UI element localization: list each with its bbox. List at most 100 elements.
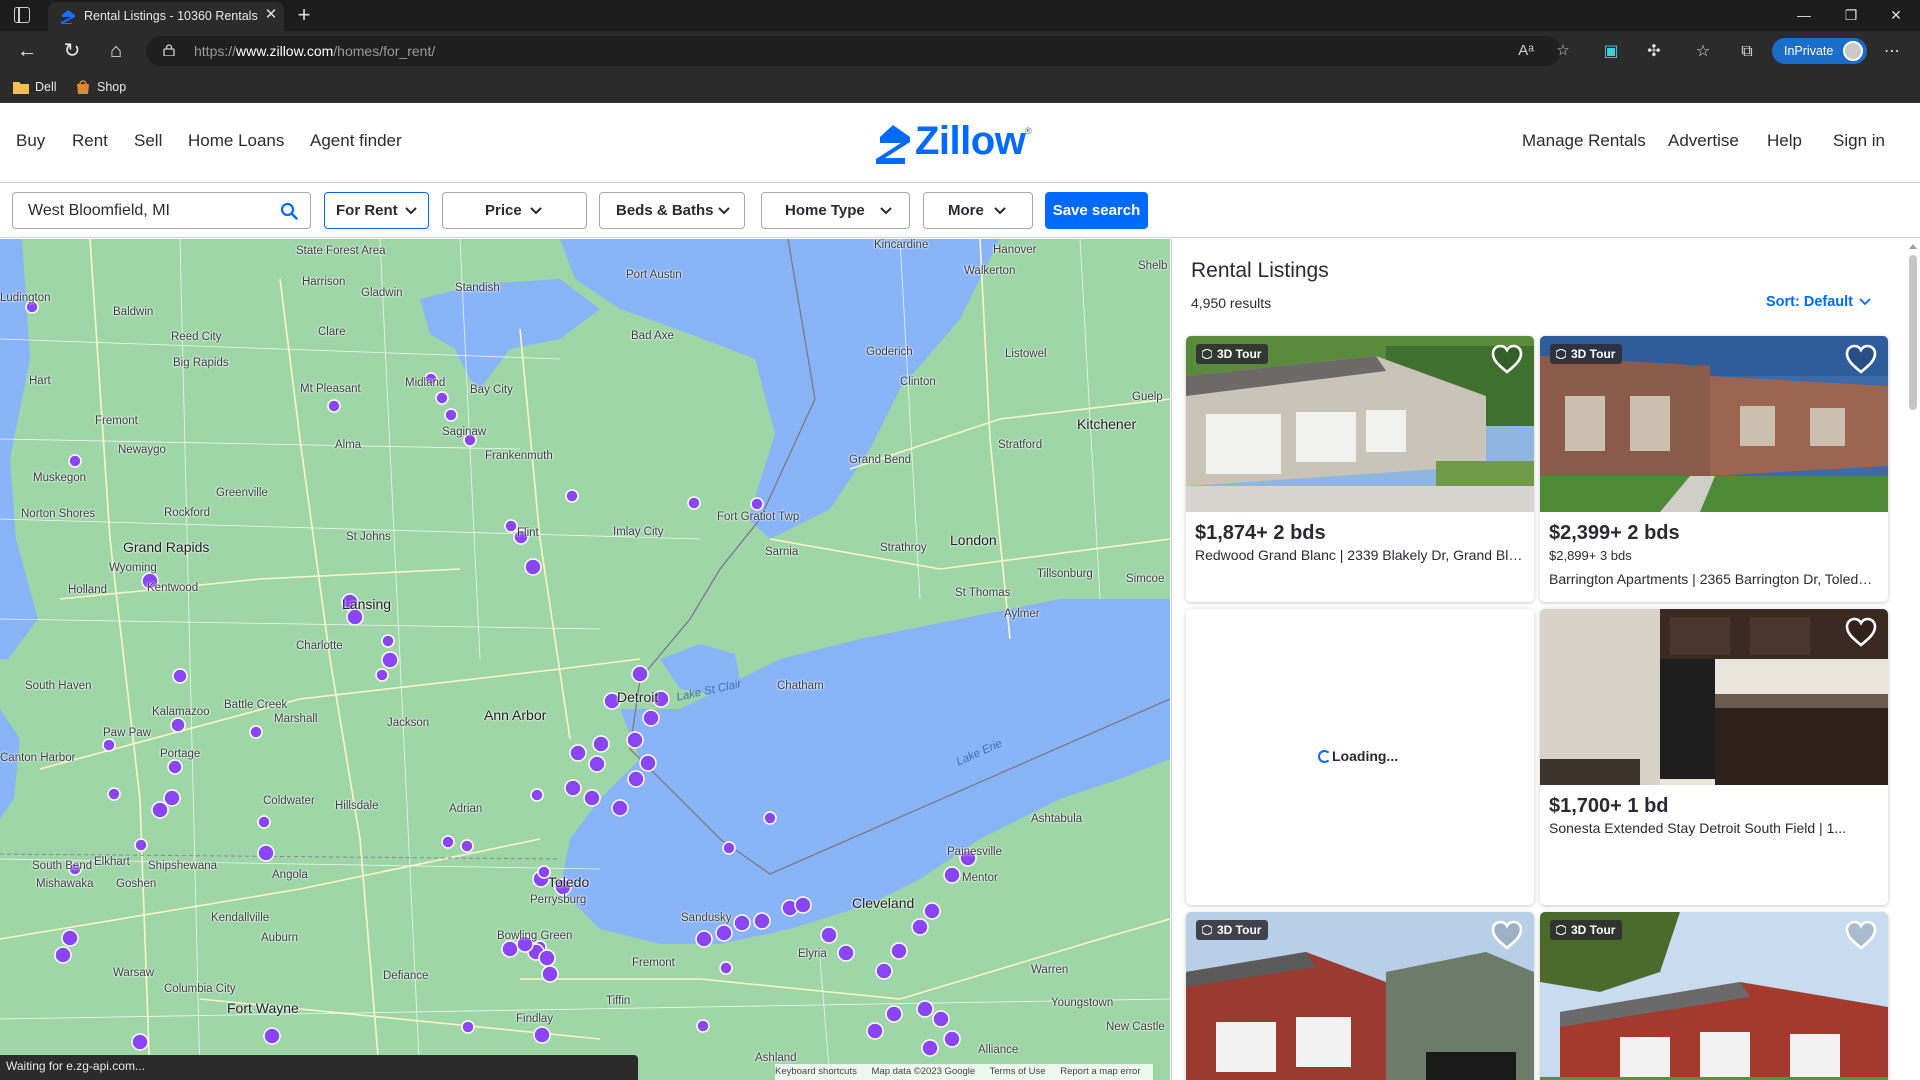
chevron-down-icon: [405, 207, 417, 215]
location-search-input[interactable]: West Bloomfield, MI: [12, 192, 311, 229]
map-view[interactable]: State Forest Area Harrison Gladwin Stand…: [0, 239, 1170, 1080]
nav-rent[interactable]: Rent: [72, 131, 108, 151]
map-label: Muskegon: [33, 472, 87, 484]
add-favorite-icon[interactable]: ☆: [1553, 41, 1573, 61]
map-label: Bay City: [470, 384, 513, 396]
map-label: Canton Harbor: [0, 752, 76, 764]
favorite-heart-icon[interactable]: [1844, 616, 1878, 648]
map-label: Grand Rapids: [123, 539, 210, 555]
browser-toolbar: ← ↻ ⌂ https://www.zillow.com/homes/for_r…: [0, 31, 1920, 71]
map-label: Mt Pleasant: [300, 383, 361, 395]
bookmark-shop[interactable]: Shop: [75, 77, 126, 97]
zillow-logo[interactable]: Zillow ®: [873, 119, 1038, 167]
map-label: Hart: [29, 375, 51, 387]
listing-card[interactable]: 3D Tour: [1540, 912, 1888, 1080]
address-bar[interactable]: https://www.zillow.com/homes/for_rent/ A…: [146, 36, 1570, 66]
map-label: Harrison: [302, 276, 346, 288]
favorite-heart-icon[interactable]: [1844, 343, 1878, 375]
bookmark-dell[interactable]: Dell: [13, 77, 57, 97]
scrollbar-thumb[interactable]: [1909, 255, 1917, 410]
favorites-icon[interactable]: ☆: [1691, 40, 1715, 64]
shop-icon: [77, 80, 89, 94]
chevron-down-icon: [718, 207, 730, 215]
nav-sell[interactable]: Sell: [134, 131, 162, 151]
home-type-filter-button[interactable]: Home Type: [761, 192, 910, 229]
map-label: Norton Shores: [21, 508, 96, 520]
more-menu-icon[interactable]: ⋯: [1880, 40, 1904, 64]
nav-home-loans[interactable]: Home Loans: [188, 131, 284, 151]
url-path: /homes/for_rent/: [333, 43, 436, 59]
listing-card[interactable]: 3D Tour: [1186, 912, 1534, 1080]
extensions-puzzle-icon[interactable]: ✣: [1642, 40, 1666, 64]
terms-link[interactable]: Terms of Use: [990, 1066, 1046, 1077]
favorite-heart-icon[interactable]: [1490, 919, 1524, 951]
nav-buy[interactable]: Buy: [16, 131, 45, 151]
home-icon[interactable]: ⌂: [104, 40, 128, 64]
report-map-error-link[interactable]: Report a map error: [1060, 1066, 1140, 1077]
loading-text: Loading...: [1332, 748, 1399, 764]
map-label: Hillsdale: [335, 800, 379, 812]
more-filter-button[interactable]: More: [923, 192, 1033, 229]
map-label: Lansing: [342, 596, 392, 612]
map-label: Tiffin: [606, 995, 631, 1007]
close-tab-icon[interactable]: ✕: [262, 6, 280, 24]
refresh-icon[interactable]: ↻: [60, 40, 84, 64]
beds-baths-filter-button[interactable]: Beds & Baths: [599, 192, 745, 229]
favorite-heart-icon[interactable]: [1844, 919, 1878, 951]
map-label: Defiance: [383, 970, 429, 982]
listings-scrollbar[interactable]: [1906, 239, 1920, 1080]
save-search-button[interactable]: Save search: [1045, 192, 1148, 229]
nav-agent-finder[interactable]: Agent finder: [310, 131, 402, 151]
bookmarks-bar: Dell Shop: [0, 71, 1920, 103]
chevron-down-icon: [1859, 298, 1871, 306]
map-label: Auburn: [261, 932, 299, 944]
tab-actions-icon[interactable]: [14, 7, 30, 23]
inprivate-button[interactable]: InPrivate: [1772, 38, 1867, 64]
browser-tab[interactable]: Rental Listings - 10360 Rentals | ✕: [48, 2, 284, 31]
listing-card[interactable]: $1,700+ 1 bd Sonesta Extended Stay Detro…: [1540, 609, 1888, 905]
nav-sign-in[interactable]: Sign in: [1833, 131, 1885, 151]
favorite-heart-icon[interactable]: [1490, 343, 1524, 375]
read-aloud-icon[interactable]: Aᵃ: [1516, 41, 1536, 61]
map-label: Angola: [272, 869, 308, 881]
map-attribution: Keyboard shortcuts Map data ©2023 Google…: [775, 1064, 1153, 1080]
listing-card[interactable]: 3D Tour $1,874+ 2 bds Redwood Grand Blan…: [1186, 336, 1534, 602]
map-label: Shipshewana: [148, 860, 218, 872]
map-label: New Castle: [1106, 1021, 1165, 1033]
close-window-icon[interactable]: ✕: [1881, 4, 1911, 26]
listing-photo-image: [1540, 609, 1888, 785]
spinner-icon: [1318, 750, 1331, 763]
nav-manage-rentals[interactable]: Manage Rentals: [1522, 131, 1646, 151]
listing-address: Sonesta Extended Stay Detroit South Fiel…: [1549, 820, 1847, 836]
minimize-icon[interactable]: —: [1789, 4, 1819, 26]
map-label: Tillsonburg: [1037, 568, 1093, 580]
price-filter-button[interactable]: Price: [442, 192, 587, 229]
restore-icon[interactable]: ❐: [1836, 4, 1866, 26]
map-label: Bowling Green: [497, 930, 573, 942]
tab-title: Rental Listings - 10360 Rentals |: [84, 9, 260, 23]
listing-card[interactable]: 3D Tour $2,399+ 2 bds $2,899+ 3 bds Barr…: [1540, 336, 1888, 602]
keyboard-shortcuts-link[interactable]: Keyboard shortcuts: [775, 1066, 857, 1077]
scroll-up-arrow-icon[interactable]: [1909, 244, 1917, 249]
logo-registered-mark: ®: [1025, 126, 1032, 136]
nav-help[interactable]: Help: [1767, 131, 1802, 151]
map-label: Portage: [160, 748, 201, 760]
map-label: Gladwin: [361, 287, 403, 299]
sort-label: Sort: Default: [1766, 294, 1853, 310]
search-icon[interactable]: [280, 202, 298, 220]
for-rent-filter-button[interactable]: For Rent: [324, 192, 429, 229]
listing-price: $1,700+ 1 bd: [1549, 795, 1669, 817]
map-label: Walkerton: [964, 265, 1016, 277]
collections-icon[interactable]: ⧉: [1735, 40, 1759, 64]
map-label: Saginaw: [442, 426, 487, 438]
listing-photo[interactable]: [1540, 609, 1888, 785]
3d-tour-badge: 3D Tour: [1550, 920, 1623, 940]
map-label: Fort Gratiot Twp: [717, 511, 800, 523]
nav-advertise[interactable]: Advertise: [1668, 131, 1739, 151]
new-tab-icon[interactable]: +: [292, 3, 316, 27]
back-icon[interactable]: ←: [15, 40, 39, 64]
sort-dropdown[interactable]: Sort: Default: [1766, 294, 1871, 310]
extension-icon[interactable]: ▣: [1599, 40, 1623, 64]
filter-label: For Rent: [336, 202, 398, 219]
3d-tour-badge: 3D Tour: [1196, 920, 1269, 940]
